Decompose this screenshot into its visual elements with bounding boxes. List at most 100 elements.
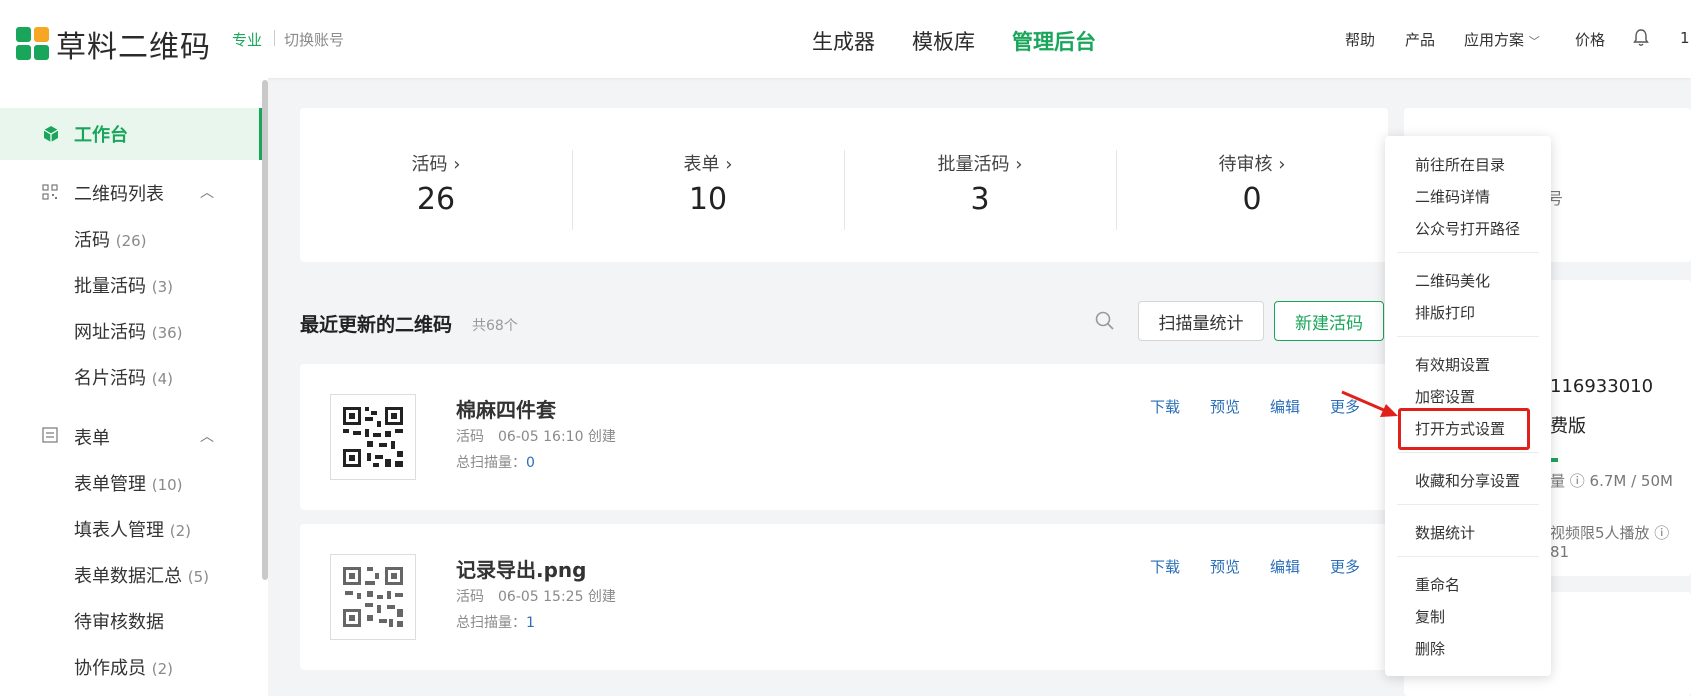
sidebar-scrollbar[interactable]	[262, 80, 268, 580]
menu-item-validity[interactable]: 有效期设置	[1415, 354, 1490, 375]
qr-name[interactable]: 棉麻四件套	[456, 394, 556, 423]
qr-scan-value[interactable]: 0	[526, 455, 535, 471]
stat-livecode[interactable]: 活码 › 26	[300, 108, 572, 262]
menu-item-favorite-share[interactable]: 收藏和分享设置	[1415, 470, 1520, 491]
menu-item-delete[interactable]: 删除	[1415, 638, 1445, 659]
sidebar-item-label: 活码	[74, 230, 110, 251]
edit-link[interactable]: 编辑	[1270, 396, 1300, 417]
download-link[interactable]: 下载	[1150, 396, 1180, 417]
sidebar-item-label: 填表人管理	[74, 520, 164, 541]
qr-list-item[interactable]: 记录导出.png 活码 06-05 15:25 创建 总扫描量：1 下载 预览 …	[300, 524, 1388, 670]
divider	[1397, 452, 1539, 453]
sidebar-item-label: 表单数据汇总	[74, 566, 182, 587]
menu-item-rename[interactable]: 重命名	[1415, 574, 1460, 595]
preview-link[interactable]: 预览	[1210, 556, 1240, 577]
nav-solutions[interactable]: 应用方案 ﹀	[1464, 29, 1540, 50]
divider	[1397, 556, 1539, 557]
menu-item-official-account-path[interactable]: 公众号打开路径	[1415, 218, 1520, 239]
menu-item-beautify[interactable]: 二维码美化	[1415, 270, 1490, 291]
stat-pending[interactable]: 待审核 › 0	[1116, 108, 1388, 262]
menu-item-copy[interactable]: 复制	[1415, 606, 1445, 627]
sidebar-item-count: (3)	[151, 278, 173, 296]
sidebar-item-count: (4)	[151, 370, 173, 388]
sidebar-item-url[interactable]: 网址活码 (36)	[74, 318, 183, 344]
stat-label: 活码 ›	[411, 154, 461, 175]
sidebar-item-count: (2)	[169, 522, 191, 540]
edit-link[interactable]: 编辑	[1270, 556, 1300, 577]
qr-scan-value[interactable]: 1	[526, 615, 535, 631]
stat-value: 26	[416, 182, 456, 217]
cube-icon	[43, 126, 59, 142]
account-id: 116933010	[1550, 376, 1654, 397]
stat-forms[interactable]: 表单 › 10	[572, 108, 844, 262]
menu-item-statistics[interactable]: 数据统计	[1415, 522, 1475, 543]
sidebar-item-batch[interactable]: 批量活码 (3)	[74, 272, 173, 298]
qr-meta: 活码 06-05 15:25 创建	[456, 589, 616, 605]
logo-text: 草料二维码	[56, 30, 211, 65]
new-livecode-button[interactable]: 新建活码	[1274, 301, 1384, 341]
search-icon[interactable]	[1094, 310, 1116, 332]
qr-code-icon	[343, 407, 403, 467]
divider	[1397, 336, 1539, 337]
sidebar-item-count: (36)	[151, 324, 183, 342]
section-title: 最近更新的二维码	[300, 314, 453, 336]
nav-generator[interactable]: 生成器	[812, 26, 875, 56]
nav-admin[interactable]: 管理后台	[1012, 26, 1096, 56]
sidebar-item-count: (26)	[115, 232, 147, 250]
sidebar-item-workbench[interactable]: 工作台	[0, 108, 262, 160]
stat-value: 0	[1242, 182, 1262, 217]
nav-templates[interactable]: 模板库	[912, 26, 975, 56]
sidebar-item-label: 工作台	[74, 125, 128, 146]
logo[interactable]: 草料二维码	[16, 22, 211, 66]
section-count: 共68个	[472, 318, 518, 334]
divider	[274, 30, 275, 46]
nav-products[interactable]: 产品	[1405, 29, 1435, 50]
menu-item-encryption[interactable]: 加密设置	[1415, 386, 1475, 407]
menu-item-qr-details[interactable]: 二维码详情	[1415, 186, 1490, 207]
sidebar-item-label: 网址活码	[74, 322, 146, 343]
chevron-up-icon[interactable]: ︿	[200, 182, 214, 202]
chevron-up-icon[interactable]: ︿	[200, 426, 214, 446]
scan-stats-button[interactable]: 扫描量统计	[1138, 301, 1264, 341]
storage-bar	[1550, 458, 1558, 462]
preview-link[interactable]: 预览	[1210, 396, 1240, 417]
sidebar-group-form[interactable]: 表单	[74, 424, 110, 450]
top-header: 草料二维码 专业 切换账号 生成器 模板库 管理后台 帮助 产品 应用方案 ﹀ …	[0, 0, 1691, 78]
sidebar-item-fillers[interactable]: 填表人管理 (2)	[74, 516, 191, 542]
menu-item-go-to-folder[interactable]: 前往所在目录	[1415, 154, 1505, 175]
stat-label: 待审核 ›	[1218, 154, 1286, 175]
sidebar-item-form-manage[interactable]: 表单管理 (10)	[74, 470, 183, 496]
stat-batch[interactable]: 批量活码 › 3	[844, 108, 1116, 262]
sidebar-item-pending[interactable]: 待审核数据	[74, 608, 164, 634]
sidebar-item-form-summary[interactable]: 表单数据汇总 (5)	[74, 562, 209, 588]
qr-scan-count: 总扫描量：1	[456, 612, 535, 632]
more-link[interactable]: 更多	[1330, 556, 1360, 577]
qr-thumbnail[interactable]	[330, 554, 416, 640]
stats-card: 活码 › 26 表单 › 10 批量活码 › 3 待审核 › 0	[300, 108, 1388, 262]
sidebar: 工作台 二维码列表 ︿ 活码 (26) 批量活码 (3) 网址活码 (36) 名…	[0, 78, 268, 696]
nav-help[interactable]: 帮助	[1345, 29, 1375, 50]
qr-thumbnail[interactable]	[330, 394, 416, 480]
grid-icon	[42, 184, 58, 200]
qr-list-item[interactable]: 棉麻四件套 活码 06-05 16:10 创建 总扫描量：0 下载 预览 编辑 …	[300, 364, 1388, 510]
storage-usage: 量 ⓘ 6.7M / 50M	[1550, 472, 1673, 490]
sidebar-item-livecode[interactable]: 活码 (26)	[74, 226, 147, 252]
more-dropdown-menu: 前往所在目录 二维码详情 公众号打开路径 二维码美化 排版打印 有效期设置 加密…	[1385, 136, 1551, 676]
user-fragment[interactable]: 1	[1680, 29, 1690, 47]
sidebar-item-label: 名片活码	[74, 368, 146, 389]
sidebar-group-qr[interactable]: 二维码列表	[74, 180, 164, 206]
sidebar-item-label: 表单管理	[74, 474, 146, 495]
red-arrow-icon	[1341, 390, 1398, 417]
sidebar-item-card[interactable]: 名片活码 (4)	[74, 364, 173, 390]
qr-scan-count: 总扫描量：0	[456, 452, 535, 472]
chevron-down-icon: ﹀	[1528, 35, 1540, 48]
logo-icon	[16, 27, 50, 61]
bell-icon[interactable]	[1633, 28, 1649, 48]
download-link[interactable]: 下载	[1150, 556, 1180, 577]
nav-pricing[interactable]: 价格	[1575, 29, 1605, 50]
menu-item-print-layout[interactable]: 排版打印	[1415, 302, 1475, 323]
sidebar-item-collaborators[interactable]: 协作成员 (2)	[74, 654, 173, 680]
switch-account-link[interactable]: 切换账号	[284, 29, 344, 50]
qr-name[interactable]: 记录导出.png	[456, 554, 586, 583]
plan-edition: 费版	[1550, 416, 1586, 437]
